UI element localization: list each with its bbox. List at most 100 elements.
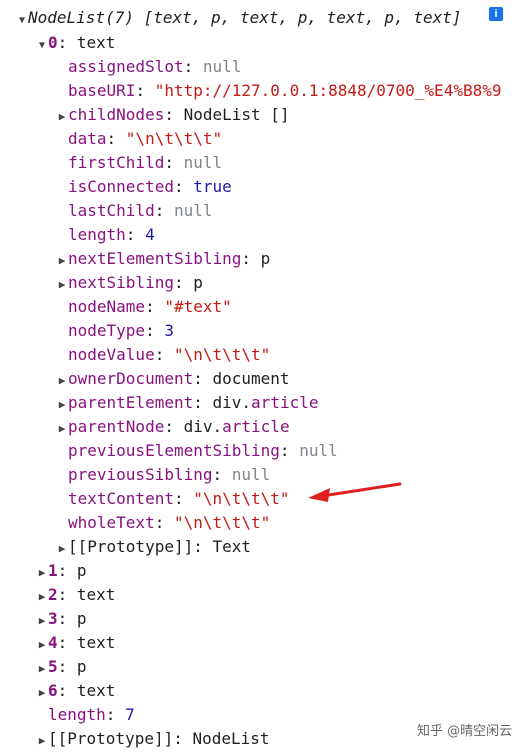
- colon: :: [145, 321, 165, 340]
- property-key: nodeValue: [68, 345, 155, 364]
- property-key: length: [68, 225, 126, 244]
- property-value: null: [183, 153, 223, 172]
- expand-triangle-icon[interactable]: ▶: [36, 681, 48, 705]
- item-3-row[interactable]: ▶ 3: p: [36, 607, 87, 631]
- property-key: previousElementSibling: [68, 441, 280, 460]
- property-row-isconnected: isConnected: true: [56, 175, 232, 199]
- colon: :: [164, 105, 184, 124]
- colon: :: [57, 657, 77, 676]
- colon: :: [57, 561, 77, 580]
- colon: :: [145, 297, 165, 316]
- expand-triangle-icon[interactable]: ▶: [56, 537, 68, 561]
- property-row-wholetext: wholeText: "\n\t\t\t": [56, 511, 270, 535]
- colon: :: [105, 705, 126, 724]
- property-key: textContent: [68, 489, 174, 508]
- property-row-parentnode[interactable]: ▶ parentNode: div.article: [56, 415, 290, 439]
- expand-triangle-icon[interactable]: ▼: [16, 9, 28, 33]
- colon: :: [193, 537, 213, 556]
- item-6-row[interactable]: ▶ 6: text: [36, 679, 116, 705]
- property-row-previouselementsibling: previousElementSibling: null: [56, 439, 338, 463]
- length-key: length: [48, 705, 106, 724]
- property-key: data: [68, 129, 107, 148]
- expand-triangle-icon[interactable]: ▶: [56, 393, 68, 417]
- property-key: ownerDocument: [68, 369, 194, 388]
- prototype-row[interactable]: ▶ [[Prototype]]: NodeList: [36, 727, 270, 751]
- expand-triangle-icon[interactable]: ▶: [56, 369, 68, 393]
- property-row-nextsibling[interactable]: ▶ nextSibling: p: [56, 271, 203, 295]
- property-value: "\n\t\t\t": [173, 345, 271, 364]
- property-row-textcontent: textContent: "\n\t\t\t": [56, 487, 290, 511]
- colon: :: [106, 129, 126, 148]
- length-value: 7: [125, 705, 135, 724]
- item-type: p: [76, 561, 87, 580]
- property-value: p: [260, 249, 271, 268]
- property-row-childnodes[interactable]: ▶ childNodes: NodeList []: [56, 103, 290, 127]
- property-value: Text: [212, 537, 252, 556]
- property-row-nodename: nodeName: "#text": [56, 295, 232, 319]
- colon: :: [57, 585, 77, 604]
- colon: :: [154, 513, 174, 532]
- expand-triangle-icon[interactable]: ▶: [56, 249, 68, 273]
- expand-triangle-icon[interactable]: ▼: [36, 34, 48, 58]
- property-key: lastChild: [68, 201, 155, 220]
- prototype-key: [[Prototype]]: [48, 729, 174, 748]
- expand-triangle-icon[interactable]: ▶: [36, 609, 48, 633]
- property-row-assignedslot: assignedSlot: null: [56, 55, 241, 79]
- item-2-row[interactable]: ▶ 2: text: [36, 583, 116, 609]
- expand-triangle-icon[interactable]: ▶: [56, 417, 68, 441]
- property-value: NodeList []: [183, 105, 290, 124]
- property-row-ownerdocument[interactable]: ▶ ownerDocument: document: [56, 367, 290, 391]
- property-key: nodeType: [68, 321, 146, 340]
- expand-triangle-icon[interactable]: ▶: [36, 729, 48, 753]
- property-row-baseuri: baseURI: "http://127.0.0.1:8848/0700_%E4…: [56, 79, 501, 103]
- property-key: isConnected: [68, 177, 174, 196]
- property-row-prototype[interactable]: ▶ [[Prototype]]: Text: [56, 535, 251, 559]
- property-key: assignedSlot: [68, 57, 184, 76]
- property-key: wholeText: [68, 513, 155, 532]
- expand-triangle-icon[interactable]: ▶: [36, 585, 48, 609]
- property-row-nodevalue: nodeValue: "\n\t\t\t": [56, 343, 270, 367]
- item-type: p: [76, 657, 87, 676]
- expand-triangle-icon[interactable]: ▶: [56, 105, 68, 129]
- property-row-nextelementsibling[interactable]: ▶ nextElementSibling: p: [56, 247, 271, 273]
- nodelist-summary: [text, p, text, p, text, p, text]: [143, 8, 462, 27]
- property-key: baseURI: [68, 81, 136, 100]
- item-5-row[interactable]: ▶ 5: p: [36, 655, 87, 679]
- property-key: [[Prototype]]: [68, 537, 194, 556]
- colon: :: [125, 225, 146, 244]
- property-row-data: data: "\n\t\t\t": [56, 127, 222, 151]
- item-type: text: [76, 33, 116, 52]
- property-row-firstchild: firstChild: null: [56, 151, 222, 175]
- property-row-parentelement[interactable]: ▶ parentElement: div.article: [56, 391, 319, 417]
- property-key: parentElement: [68, 393, 194, 412]
- expand-triangle-icon[interactable]: ▶: [56, 273, 68, 297]
- item-index: 3: [48, 609, 58, 628]
- property-value: null: [299, 441, 338, 460]
- expand-triangle-icon[interactable]: ▶: [36, 657, 48, 681]
- nodelist-title: NodeList(7): [28, 8, 134, 27]
- property-row-length: length: 4: [56, 223, 155, 247]
- item-index: 4: [48, 633, 58, 652]
- property-value: null: [231, 465, 271, 484]
- property-key: parentNode: [68, 417, 165, 436]
- property-key: childNodes: [68, 105, 165, 124]
- expand-triangle-icon[interactable]: ▶: [36, 633, 48, 657]
- item-index: 0: [48, 33, 58, 52]
- colon: :: [57, 33, 77, 52]
- colon: :: [173, 489, 194, 508]
- property-row-nodetype: nodeType: 3: [56, 319, 174, 343]
- expand-triangle-icon[interactable]: ▶: [36, 561, 48, 585]
- property-value: null: [173, 201, 213, 220]
- nodelist-header[interactable]: ▼ NodeList(7) [text, p, text, p, text, p,…: [16, 6, 462, 30]
- item-4-row[interactable]: ▶ 4: text: [36, 631, 116, 657]
- item-0-header[interactable]: ▼ 0: text: [36, 31, 115, 55]
- colon: :: [173, 177, 194, 196]
- item-index: 1: [48, 561, 58, 580]
- info-icon[interactable]: i: [489, 7, 503, 21]
- property-key: nodeName: [68, 297, 146, 316]
- property-value: "\n\t\t\t": [193, 489, 290, 508]
- property-value: div.article: [212, 393, 319, 412]
- item-1-row[interactable]: ▶ 1: p: [36, 559, 87, 583]
- item-type: text: [76, 633, 116, 652]
- watermark: 知乎 @晴空闲云: [417, 724, 513, 739]
